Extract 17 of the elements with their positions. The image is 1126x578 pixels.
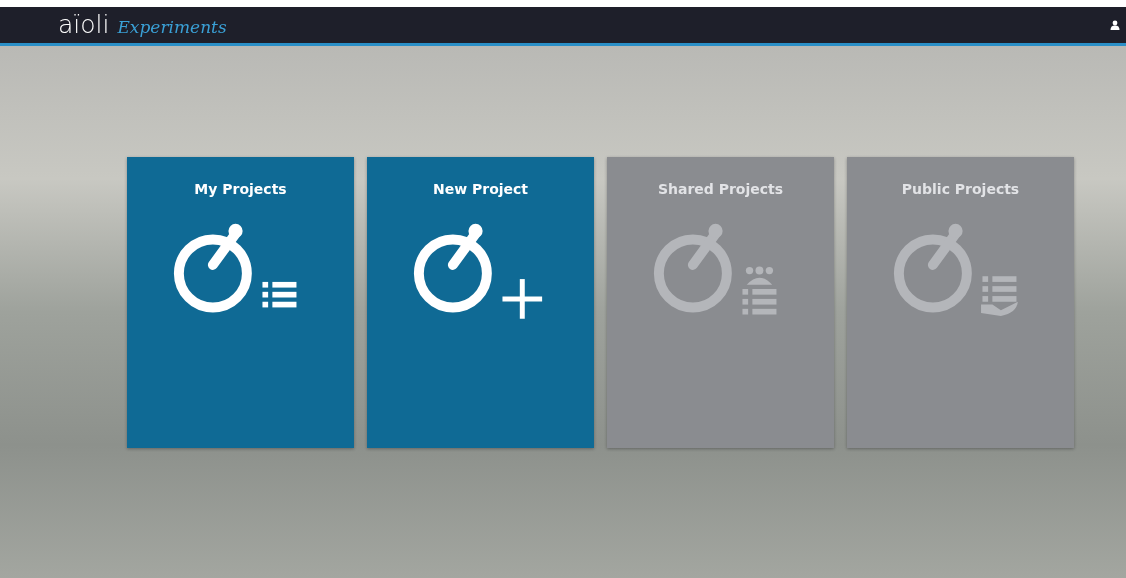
plus-icon (502, 279, 543, 319)
user-icon[interactable] (1110, 20, 1120, 30)
pestle-icon (413, 223, 492, 313)
logo-text[interactable]: aïoli (58, 10, 110, 40)
pestle-icon (653, 223, 732, 313)
project-card[interactable]: New Project (367, 157, 594, 448)
card-title: Public Projects (901, 181, 1020, 197)
card-title: My Projects (194, 181, 287, 197)
pestle-icon (893, 223, 972, 313)
hand-list-icon (981, 276, 1018, 316)
pestle-icon (173, 223, 252, 313)
project-card[interactable]: My Projects (127, 157, 354, 448)
app-subtitle: Experiments (117, 17, 227, 37)
card-title: Shared Projects (657, 181, 784, 197)
people-list-icon (742, 266, 777, 315)
card-title: New Project (432, 181, 529, 197)
list-icon (262, 281, 297, 308)
